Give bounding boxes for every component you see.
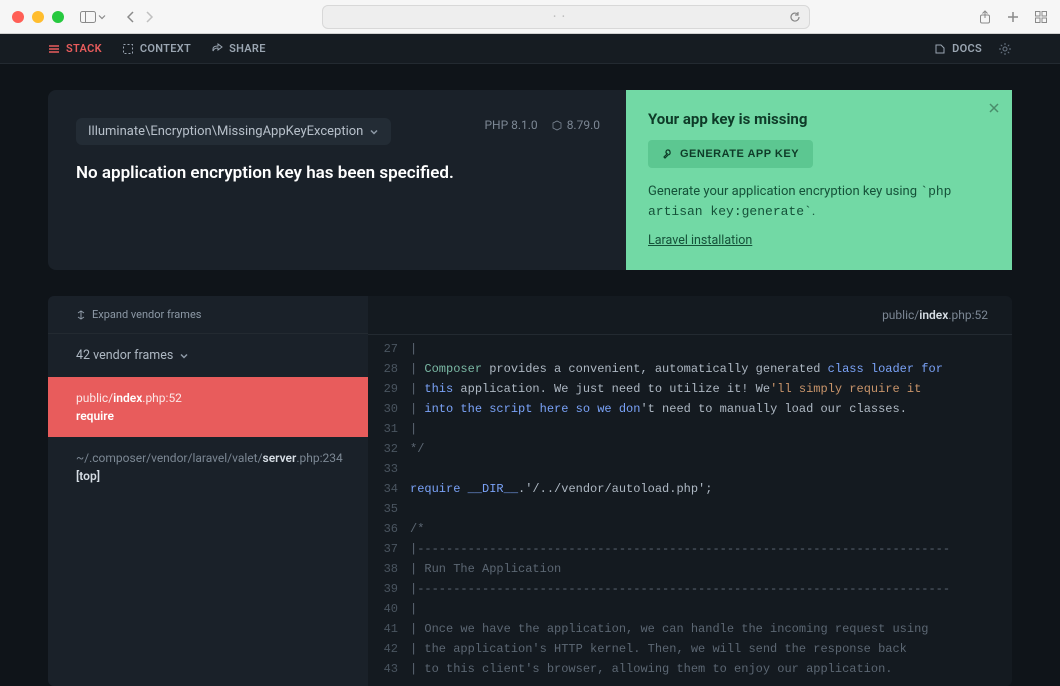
- code-line: 28| Composer provides a convenient, auto…: [368, 359, 1012, 379]
- url-placeholder: • •: [331, 12, 789, 21]
- vendor-frames-toggle[interactable]: 42 vendor frames: [48, 334, 368, 377]
- solution-title: Your app key is missing: [648, 110, 990, 128]
- code-line: 38| Run The Application: [368, 559, 1012, 579]
- exception-header: Illuminate\Encryption\MissingAppKeyExcep…: [48, 90, 1012, 270]
- code-line: 27|: [368, 339, 1012, 359]
- top-nav: STACK CONTEXT SHARE DOCS: [0, 34, 1060, 64]
- stack-icon: [48, 43, 60, 55]
- close-window-button[interactable]: [12, 11, 24, 23]
- tabs-overview-icon[interactable]: [1034, 9, 1048, 24]
- wrench-icon: [662, 148, 674, 160]
- code-column: public/index.php:52 27|28| Composer prov…: [368, 296, 1012, 686]
- code-file-path: public/index.php:52: [368, 296, 1012, 335]
- exception-title: No application encryption key has been s…: [76, 163, 600, 183]
- code-body: 27|28| Composer provides a convenient, a…: [368, 335, 1012, 686]
- main-container: Illuminate\Encryption\MissingAppKeyExcep…: [0, 64, 1060, 686]
- exception-class-pill[interactable]: Illuminate\Encryption\MissingAppKeyExcep…: [76, 118, 391, 145]
- nav-docs[interactable]: DOCS: [934, 42, 982, 55]
- stack-frame[interactable]: ~/.composer/vendor/laravel/valet/server.…: [48, 437, 368, 497]
- code-line: 41| Once we have the application, we can…: [368, 619, 1012, 639]
- share-icon[interactable]: [978, 9, 992, 24]
- code-line: 39|-------------------------------------…: [368, 579, 1012, 599]
- generate-app-key-button[interactable]: GENERATE APP KEY: [648, 140, 813, 168]
- solution-card: Your app key is missing GENERATE APP KEY…: [626, 90, 1012, 270]
- chevron-down-icon: [98, 13, 106, 21]
- version-info: PHP 8.1.0 8.79.0: [484, 118, 600, 132]
- expand-icon: [76, 310, 86, 320]
- nav-share[interactable]: SHARE: [211, 42, 266, 55]
- gear-icon: [998, 42, 1012, 56]
- close-icon: [988, 102, 1000, 114]
- nav-context[interactable]: CONTEXT: [122, 42, 191, 55]
- exception-class: Illuminate\Encryption\MissingAppKeyExcep…: [88, 124, 363, 139]
- code-line: 33: [368, 459, 1012, 479]
- context-icon: [122, 43, 134, 55]
- code-line: 36/*: [368, 519, 1012, 539]
- stack-frame-active[interactable]: public/index.php:52 require: [48, 377, 368, 437]
- minimize-window-button[interactable]: [32, 11, 44, 23]
- code-line: 30| into the script here so we don't nee…: [368, 399, 1012, 419]
- frames-column: Expand vendor frames 42 vendor frames pu…: [48, 296, 368, 686]
- code-line: 34require __DIR__.'/../vendor/autoload.p…: [368, 479, 1012, 499]
- stack-trace: Expand vendor frames 42 vendor frames pu…: [48, 296, 1012, 686]
- back-button[interactable]: [126, 9, 136, 24]
- code-line: 32*/: [368, 439, 1012, 459]
- close-solution-button[interactable]: [988, 100, 1000, 116]
- laravel-version: 8.79.0: [552, 118, 600, 132]
- browser-chrome: • •: [0, 0, 1060, 34]
- nav-stack[interactable]: STACK: [48, 42, 102, 55]
- docs-icon: [934, 43, 946, 55]
- code-line: 35: [368, 499, 1012, 519]
- solution-description: Generate your application encryption key…: [648, 182, 990, 221]
- code-line: 40|: [368, 599, 1012, 619]
- chevron-down-icon: [179, 351, 189, 361]
- code-line: 29| this application. We just need to ut…: [368, 379, 1012, 399]
- laravel-installation-link[interactable]: Laravel installation: [648, 233, 752, 248]
- code-line: 43| to this client's browser, allowing t…: [368, 659, 1012, 679]
- chevron-down-icon: [369, 127, 379, 137]
- new-tab-icon[interactable]: [1006, 9, 1020, 24]
- forward-button[interactable]: [144, 9, 154, 24]
- share-arrow-icon: [211, 43, 223, 55]
- reload-icon[interactable]: [789, 9, 801, 24]
- code-line: 42| the application's HTTP kernel. Then,…: [368, 639, 1012, 659]
- sidebar-toggle-button[interactable]: [80, 11, 106, 23]
- code-line: 37|-------------------------------------…: [368, 539, 1012, 559]
- url-bar[interactable]: • •: [322, 5, 810, 29]
- expand-vendor-frames[interactable]: Expand vendor frames: [48, 296, 368, 334]
- settings-button[interactable]: [998, 41, 1012, 55]
- laravel-icon: [552, 120, 563, 131]
- code-line: 31|: [368, 419, 1012, 439]
- traffic-lights: [12, 11, 64, 23]
- php-version: PHP 8.1.0: [484, 118, 537, 132]
- maximize-window-button[interactable]: [52, 11, 64, 23]
